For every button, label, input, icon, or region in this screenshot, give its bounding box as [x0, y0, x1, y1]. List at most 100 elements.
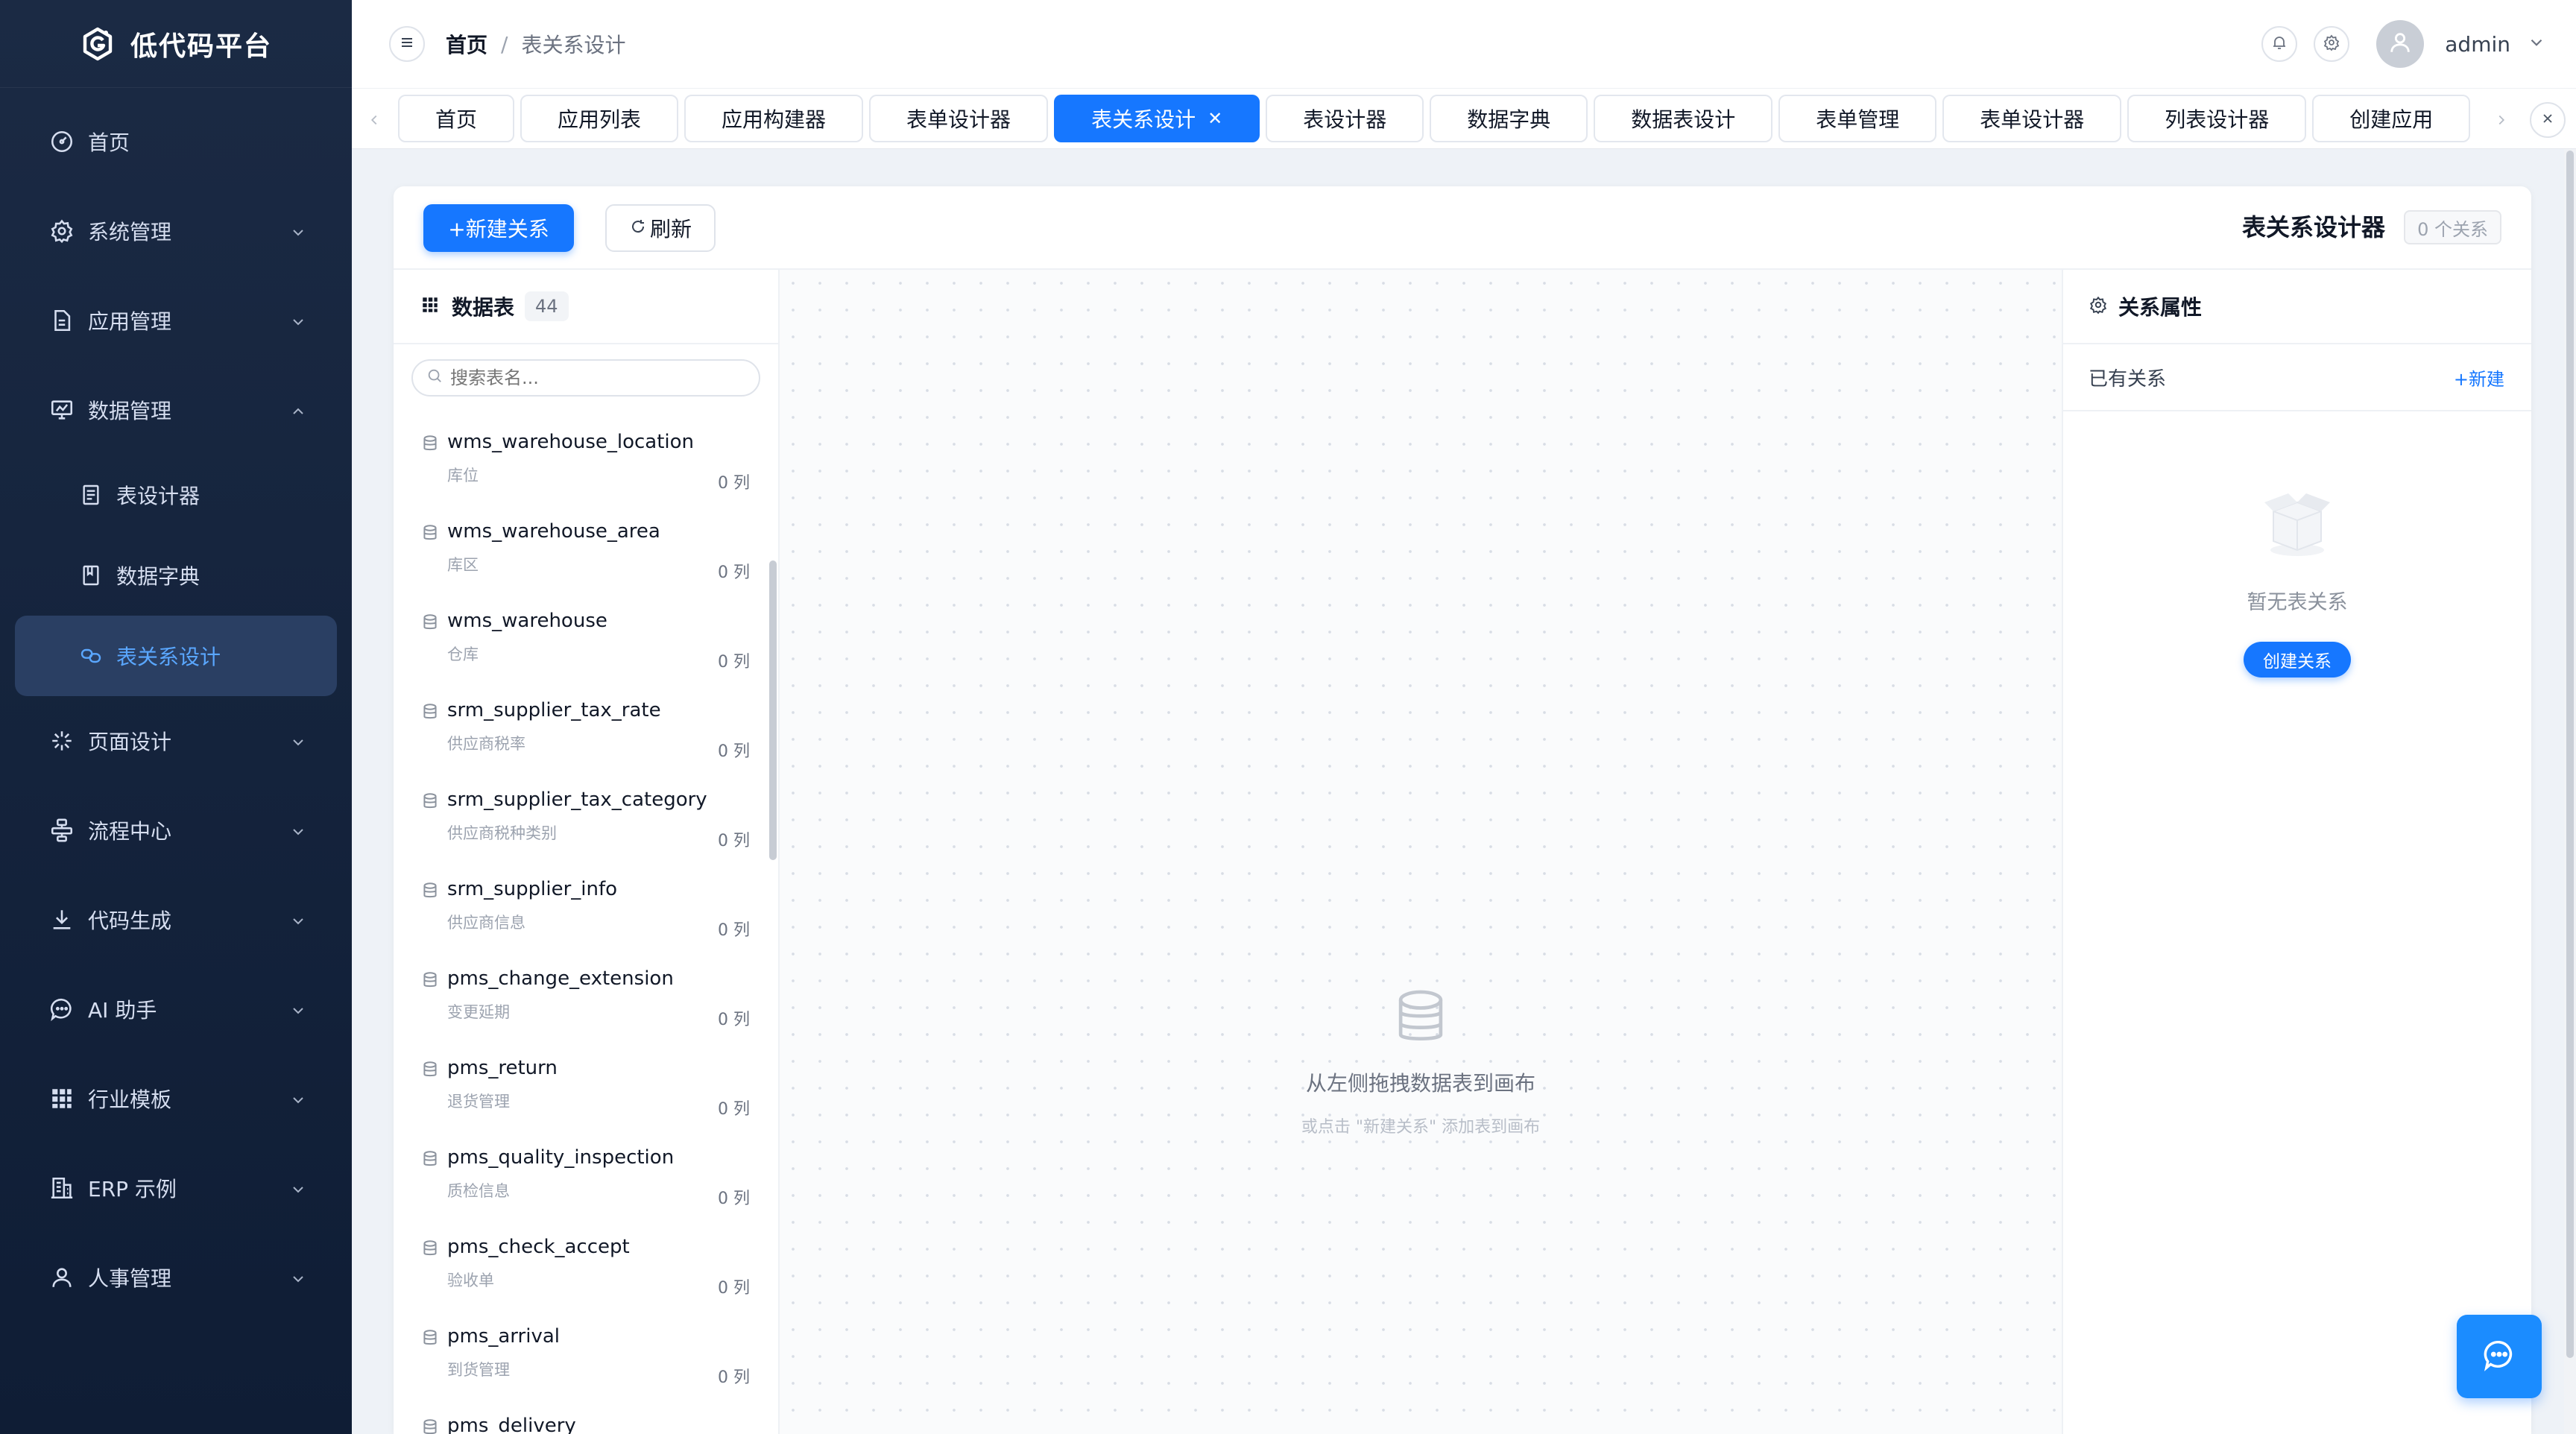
page-scrollbar[interactable] — [2564, 149, 2576, 1434]
table-item[interactable]: srm_supplier_tax_category 供应商税种类别 0 列 — [394, 769, 780, 859]
sidebar-item-label: 首页 — [88, 130, 130, 155]
table-item[interactable]: pms_return 退货管理 0 列 — [394, 1037, 780, 1127]
sidebar-item-label: 行业模板 — [88, 1087, 172, 1112]
table-list-panel: 数据表 44 wms_warehouse_location 库位 0 列 — [394, 270, 780, 1434]
sidebar-item-data[interactable]: 数据管理 — [0, 365, 352, 455]
tabs: 首页 应用列表 应用构建器 表单设计器 表关系设计 ✕ 表设计器 数据字典 数据… — [398, 95, 2470, 142]
close-icon[interactable]: ✕ — [1208, 108, 1222, 129]
settings-button[interactable] — [2314, 26, 2350, 62]
sidebar-item-label: AI 助手 — [88, 998, 157, 1023]
table-item[interactable]: pms_check_accept 验收单 0 列 — [394, 1216, 780, 1306]
create-relation-button[interactable]: 创建关系 — [2244, 642, 2351, 677]
table-name: pms_arrival — [447, 1325, 560, 1348]
database-icon — [420, 613, 440, 632]
sidebar-subitem-table-designer[interactable]: 表设计器 — [0, 455, 352, 535]
notification-button[interactable] — [2261, 26, 2298, 62]
tab-datatable-design[interactable]: 数据表设计 — [1594, 95, 1773, 142]
sidebar-item-workflow[interactable]: 流程中心 — [0, 786, 352, 875]
tabs-scroll-left-icon[interactable] — [359, 105, 389, 135]
relation-count-badge: 0 个关系 — [2404, 210, 2501, 244]
gear-icon — [2323, 34, 2340, 54]
sidebar-item-templates[interactable]: 行业模板 — [0, 1054, 352, 1143]
table-name: wms_warehouse — [447, 610, 607, 632]
user-icon — [2387, 30, 2413, 58]
relations-empty-text: 暂无表关系 — [2247, 591, 2348, 614]
table-item[interactable]: pms_delivery — [394, 1395, 780, 1434]
tab-table-relation[interactable]: 表关系设计 ✕ — [1054, 95, 1260, 142]
tab-label: 表单设计器 — [1980, 107, 2085, 132]
table-list-scrollbar[interactable] — [769, 560, 777, 860]
existing-relations-label: 已有关系 — [2089, 367, 2167, 391]
tab-create-app[interactable]: 创建应用 — [2312, 95, 2470, 142]
sidebar-item-ai-assistant[interactable]: AI 助手 — [0, 964, 352, 1054]
tab-form-management[interactable]: 表单管理 — [1778, 95, 1937, 142]
table-name: wms_warehouse_location — [447, 431, 695, 453]
database-icon — [420, 1149, 440, 1169]
tab-form-designer-2[interactable]: 表单设计器 — [1942, 95, 2122, 142]
new-relation-button[interactable]: +新建关系 — [423, 204, 574, 252]
table-item[interactable]: pms_quality_inspection 质检信息 0 列 — [394, 1127, 780, 1216]
sidebar-item-label: 流程中心 — [88, 819, 172, 844]
chat-assistant-button[interactable] — [2457, 1315, 2542, 1398]
relation-canvas[interactable]: 从左侧拖拽数据表到画布 或点击 "新建关系" 添加表到画布 — [780, 270, 2062, 1434]
tab-home[interactable]: 首页 — [398, 95, 515, 142]
database-icon — [420, 1239, 440, 1258]
table-name: pms_check_accept — [447, 1236, 630, 1258]
sidebar-item-apps[interactable]: 应用管理 — [0, 276, 352, 365]
search-input[interactable] — [450, 367, 733, 388]
logo-icon — [80, 26, 116, 62]
menu-toggle-button[interactable] — [389, 26, 425, 62]
tab-data-dictionary[interactable]: 数据字典 — [1430, 95, 1588, 142]
sidebar-item-system[interactable]: 系统管理 — [0, 186, 352, 276]
tab-app-builder[interactable]: 应用构建器 — [684, 95, 864, 142]
flow-icon — [49, 818, 75, 843]
tab-table-designer[interactable]: 表设计器 — [1266, 95, 1424, 142]
database-icon — [420, 970, 440, 990]
table-item[interactable]: pms_arrival 到货管理 0 列 — [394, 1306, 780, 1395]
user-icon — [49, 1265, 75, 1290]
table-item[interactable]: srm_supplier_tax_rate 供应商税率 0 列 — [394, 680, 780, 769]
sidebar-subitem-data-dictionary[interactable]: 数据字典 — [0, 535, 352, 616]
table-search[interactable] — [411, 359, 760, 397]
page-scrollbar-thumb[interactable] — [2566, 151, 2574, 1358]
column-count: 0 列 — [718, 653, 750, 672]
table-item[interactable]: srm_supplier_info 供应商信息 0 列 — [394, 859, 780, 948]
properties-title: 关系属性 — [2118, 295, 2203, 320]
username[interactable]: admin — [2445, 32, 2510, 57]
sidebar-item-home[interactable]: 首页 — [0, 97, 352, 186]
tabs-scroll-right-icon[interactable] — [2487, 105, 2516, 135]
tab-label: 创建应用 — [2349, 107, 2434, 132]
new-relation-link[interactable]: +新建 — [2454, 364, 2504, 391]
tab-label: 应用构建器 — [722, 107, 827, 132]
refresh-button[interactable]: 刷新 — [605, 204, 716, 252]
table-item[interactable]: wms_warehouse_location 库位 0 列 — [394, 411, 780, 501]
tab-label: 表单管理 — [1816, 107, 1900, 132]
sidebar-item-hr[interactable]: 人事管理 — [0, 1233, 352, 1322]
sidebar-item-erp[interactable]: ERP 示例 — [0, 1143, 352, 1233]
sidebar-subitem-table-relation[interactable]: 表关系设计 — [15, 616, 337, 696]
breadcrumb: 首页 / 表关系设计 — [446, 29, 625, 59]
table-list-header: 数据表 44 — [394, 270, 778, 344]
table-item[interactable]: wms_warehouse 仓库 0 列 — [394, 590, 780, 680]
brand[interactable]: 低代码平台 — [0, 0, 352, 88]
table-name: srm_supplier_tax_category — [447, 789, 707, 811]
column-count: 0 列 — [718, 1011, 750, 1029]
properties-header: 关系属性 — [2063, 270, 2531, 344]
close-all-tabs-button[interactable] — [2530, 102, 2566, 138]
tab-label: 数据表设计 — [1631, 107, 1736, 132]
avatar[interactable] — [2376, 20, 2425, 68]
tab-app-list[interactable]: 应用列表 — [520, 95, 679, 142]
chevron-down-icon — [289, 911, 307, 929]
breadcrumb-home[interactable]: 首页 — [446, 29, 487, 59]
relation-designer-card: +新建关系 刷新 表关系设计器 0 个关系 数据表 44 搜索表名... wms… — [394, 186, 2531, 1434]
chevron-down-icon[interactable] — [2527, 33, 2546, 55]
grid-icon — [420, 295, 440, 318]
tab-list-designer[interactable]: 列表设计器 — [2127, 95, 2307, 142]
table-item[interactable]: pms_change_extension 变更延期 0 列 — [394, 948, 780, 1037]
sidebar-item-page-design[interactable]: 页面设计 — [0, 696, 352, 786]
chevron-down-icon — [289, 1090, 307, 1108]
table-item[interactable]: wms_warehouse_area 库区 0 列 — [394, 501, 780, 590]
tab-form-designer[interactable]: 表单设计器 — [869, 95, 1049, 142]
sidebar-item-codegen[interactable]: 代码生成 — [0, 875, 352, 964]
breadcrumb-separator: / — [501, 31, 508, 57]
